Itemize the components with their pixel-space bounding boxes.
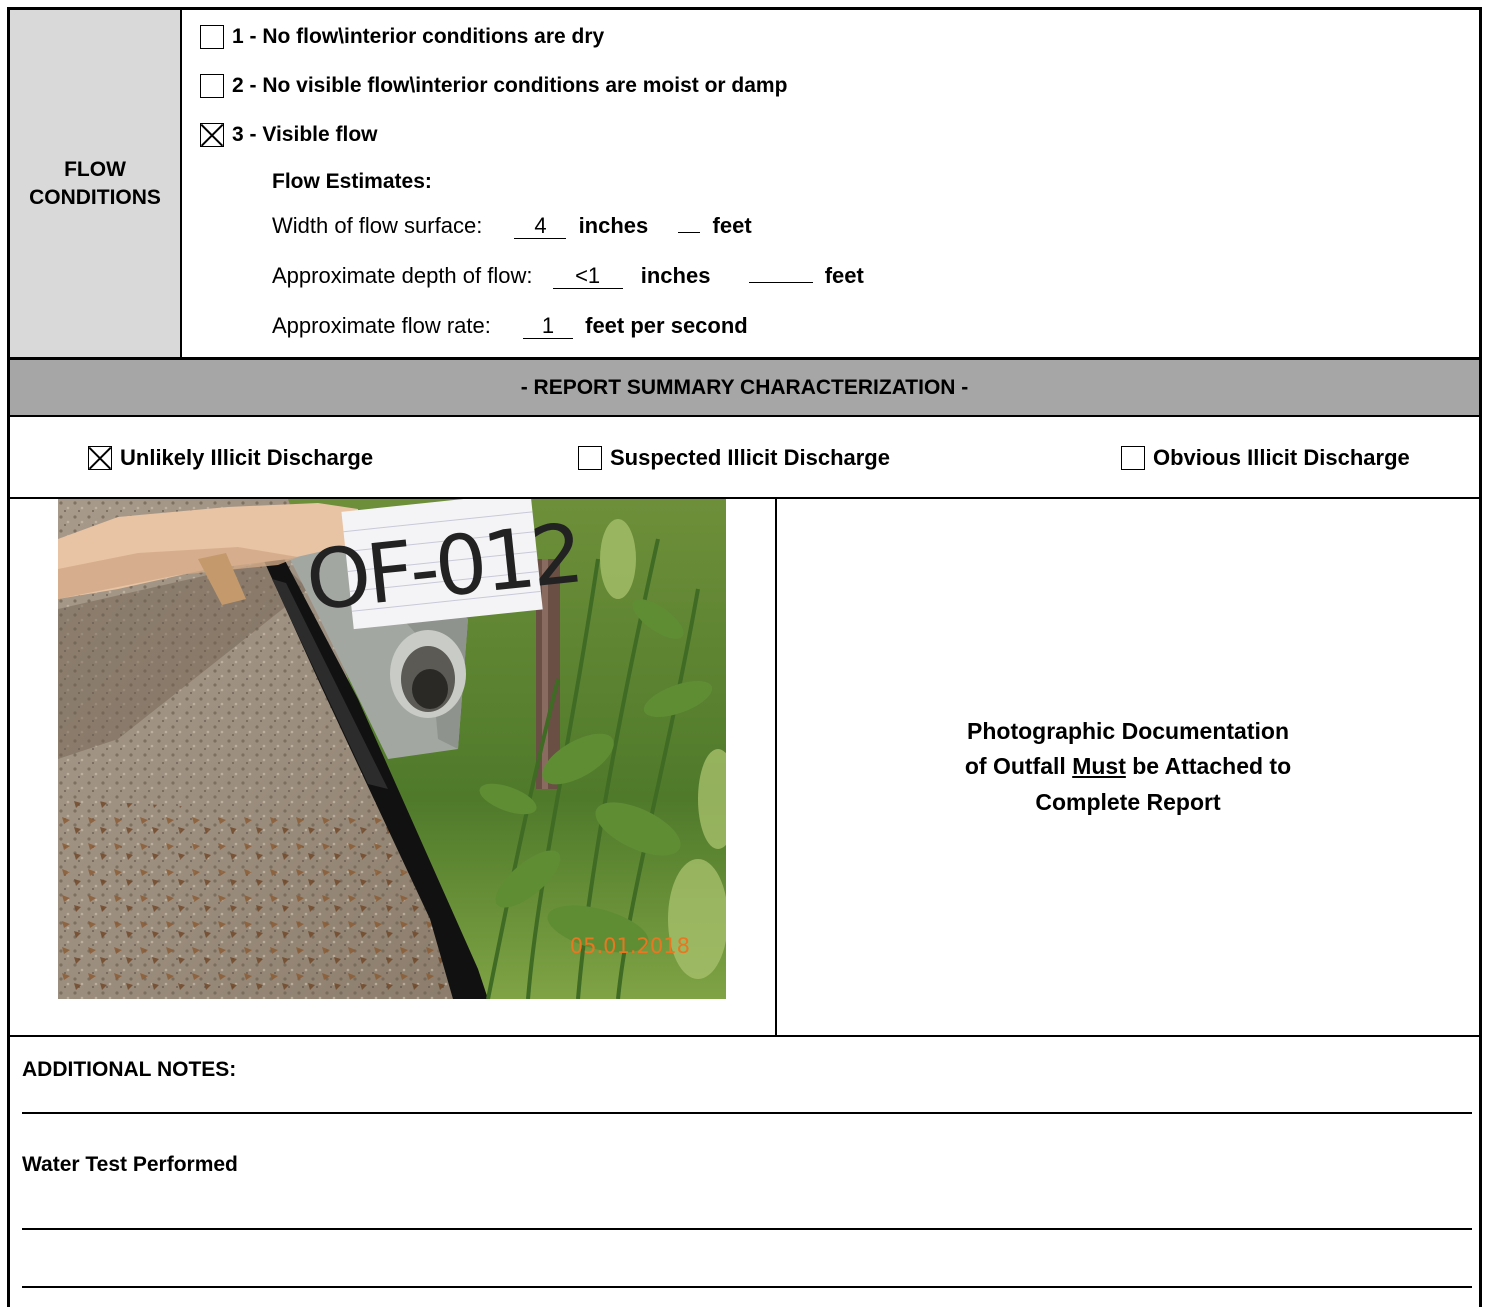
doc-line2-pre: of Outfall	[964, 753, 1073, 780]
doc-line1: Photographic Documentation	[967, 717, 1289, 744]
obvious-discharge-checkbox[interactable]	[1121, 446, 1145, 470]
width-feet-unit: feet	[712, 213, 752, 238]
flow-option-1-checkbox[interactable]	[200, 25, 224, 49]
depth-feet-unit: feet	[824, 263, 864, 288]
notes-line[interactable]	[22, 1112, 1472, 1114]
flow-conditions-content: 1 - No flow\interior conditions are dry …	[182, 10, 1479, 357]
flow-option-1[interactable]: 1 - No flow\interior conditions are dry	[200, 25, 604, 49]
divider	[10, 1035, 1479, 1037]
flow-label-line2: CONDITIONS	[29, 185, 161, 209]
outfall-photo-image: OF-012 05.01.2018	[58, 499, 726, 999]
flow-option-1-label: 1 - No flow\interior conditions are dry	[232, 25, 605, 48]
flow-conditions-label: FLOW CONDITIONS	[10, 10, 182, 357]
additional-notes-heading: ADDITIONAL NOTES:	[22, 1058, 237, 1081]
rate-label: Approximate flow rate:	[272, 313, 491, 338]
depth-label: Approximate depth of flow:	[272, 263, 533, 288]
characterization-row: Unlikely Illicit Discharge Suspected Ill…	[10, 417, 1479, 497]
unlikely-discharge-label: Unlikely Illicit Discharge	[120, 445, 374, 470]
doc-line2: of Outfall Must be Attached to	[965, 749, 1291, 785]
flow-option-2[interactable]: 2 - No visible flow\interior conditions …	[200, 74, 787, 98]
flow-rate-row: Approximate flow rate: 1 feet per second	[272, 313, 748, 340]
outfall-report-form: FLOW CONDITIONS 1 - No flow\interior con…	[7, 7, 1482, 1307]
notes-line[interactable]	[22, 1228, 1472, 1230]
rate-unit: feet per second	[585, 313, 748, 338]
flow-option-2-checkbox[interactable]	[200, 74, 224, 98]
depth-inches-unit: inches	[640, 263, 711, 288]
obvious-discharge-option[interactable]: Obvious Illicit Discharge	[1121, 445, 1410, 471]
report-summary-header: - REPORT SUMMARY CHARACTERIZATION -	[10, 360, 1479, 415]
flow-option-3-label: 3 - Visible flow	[232, 123, 378, 146]
depth-inches-field[interactable]: <1	[552, 263, 623, 290]
flow-label-line1: FLOW	[64, 158, 126, 182]
doc-line2-post: be Attached to	[1125, 753, 1292, 780]
width-feet-field[interactable]	[678, 232, 701, 233]
photo-documentation-note: Photographic Documentation of Outfall Mu…	[777, 499, 1479, 1035]
suspected-discharge-option[interactable]: Suspected Illicit Discharge	[578, 445, 890, 471]
width-inches-unit: inches	[578, 213, 649, 238]
suspected-discharge-checkbox[interactable]	[578, 446, 602, 470]
obvious-discharge-label: Obvious Illicit Discharge	[1153, 445, 1410, 470]
doc-line2-emphasis: Must	[1072, 753, 1126, 780]
width-of-flow-row: Width of flow surface: 4 inches feet	[272, 213, 752, 240]
unlikely-discharge-checkbox[interactable]	[88, 446, 112, 470]
photo-row: OF-012 05.01.2018 Photographic Documenta…	[10, 499, 1479, 1035]
rate-field[interactable]: 1	[523, 313, 573, 340]
unlikely-discharge-option[interactable]: Unlikely Illicit Discharge	[88, 445, 373, 471]
photo-cell: OF-012 05.01.2018	[10, 499, 777, 1035]
suspected-discharge-label: Suspected Illicit Discharge	[610, 445, 890, 470]
flow-estimates-heading: Flow Estimates:	[272, 170, 432, 193]
flow-option-3[interactable]: 3 - Visible flow	[200, 123, 377, 147]
outfall-photo: OF-012 05.01.2018	[58, 499, 726, 999]
notes-line[interactable]	[22, 1286, 1472, 1288]
width-inches-field[interactable]: 4	[514, 213, 567, 240]
flow-option-3-checkbox[interactable]	[200, 123, 224, 147]
depth-of-flow-row: Approximate depth of flow: <1 inches fee…	[272, 263, 864, 290]
flow-option-2-label: 2 - No visible flow\interior conditions …	[232, 74, 788, 97]
depth-feet-field[interactable]	[748, 282, 813, 283]
width-label: Width of flow surface:	[272, 213, 483, 238]
photo-date-stamp: 05.01.2018	[570, 934, 690, 958]
notes-entry: Water Test Performed	[22, 1153, 238, 1176]
doc-line3: Complete Report	[1035, 788, 1221, 815]
flow-conditions-section: FLOW CONDITIONS 1 - No flow\interior con…	[10, 10, 1479, 357]
